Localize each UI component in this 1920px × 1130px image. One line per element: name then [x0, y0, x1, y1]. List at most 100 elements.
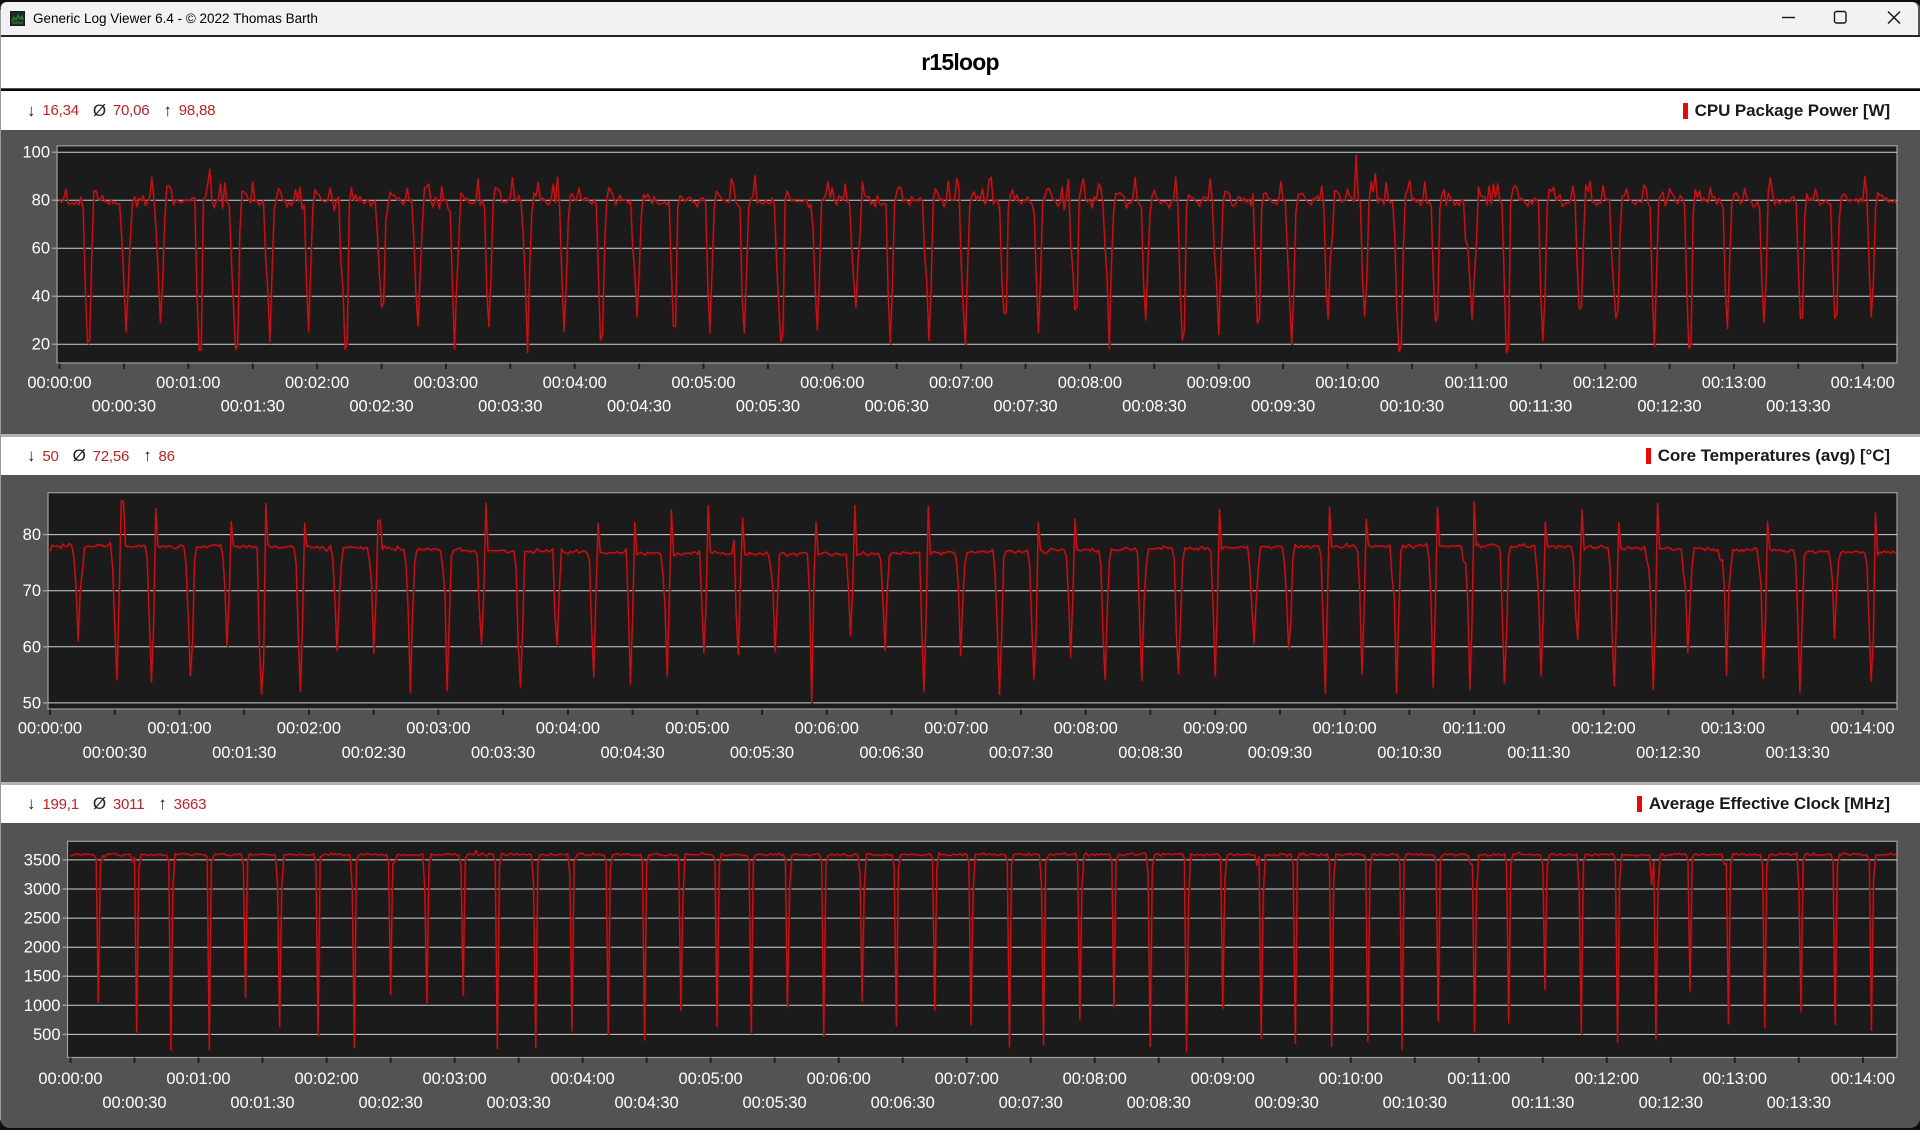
svg-text:3000: 3000	[24, 881, 61, 899]
svg-text:00:02:30: 00:02:30	[342, 744, 406, 762]
svg-text:00:00:00: 00:00:00	[27, 374, 91, 392]
svg-text:00:14:00: 00:14:00	[1831, 374, 1895, 392]
svg-text:00:13:30: 00:13:30	[1767, 1094, 1831, 1112]
svg-text:00:07:00: 00:07:00	[935, 1070, 999, 1088]
svg-text:00:08:30: 00:08:30	[1118, 744, 1182, 762]
svg-text:00:00:30: 00:00:30	[102, 1094, 166, 1112]
svg-text:00:11:30: 00:11:30	[1509, 398, 1572, 416]
svg-text:00:00:30: 00:00:30	[92, 398, 156, 416]
svg-text:70: 70	[23, 582, 41, 600]
svg-text:00:05:30: 00:05:30	[730, 744, 794, 762]
svg-text:20: 20	[32, 336, 50, 354]
svg-text:00:12:30: 00:12:30	[1637, 398, 1701, 416]
svg-text:00:00:00: 00:00:00	[18, 720, 82, 738]
svg-text:00:07:30: 00:07:30	[993, 398, 1057, 416]
svg-text:00:06:00: 00:06:00	[807, 1070, 871, 1088]
svg-text:00:03:30: 00:03:30	[478, 398, 542, 416]
svg-text:00:10:00: 00:10:00	[1319, 1070, 1383, 1088]
svg-text:3500: 3500	[24, 851, 61, 869]
svg-text:00:07:30: 00:07:30	[999, 1094, 1063, 1112]
svg-text:00:02:00: 00:02:00	[285, 374, 349, 392]
svg-text:00:11:30: 00:11:30	[1507, 744, 1570, 762]
svg-text:50: 50	[23, 694, 41, 712]
svg-text:00:03:00: 00:03:00	[406, 720, 470, 738]
svg-text:00:12:00: 00:12:00	[1571, 720, 1635, 738]
svg-text:60: 60	[23, 638, 41, 656]
svg-text:00:06:00: 00:06:00	[800, 374, 864, 392]
svg-text:1500: 1500	[24, 968, 61, 986]
svg-text:00:03:00: 00:03:00	[414, 374, 478, 392]
svg-text:00:14:00: 00:14:00	[1831, 1070, 1895, 1088]
svg-text:80: 80	[32, 192, 50, 210]
svg-text:60: 60	[32, 240, 50, 258]
svg-text:00:10:00: 00:10:00	[1312, 720, 1376, 738]
svg-text:00:01:00: 00:01:00	[156, 374, 220, 392]
svg-text:00:06:30: 00:06:30	[865, 398, 929, 416]
svg-text:00:13:00: 00:13:00	[1702, 374, 1766, 392]
svg-text:00:11:30: 00:11:30	[1511, 1094, 1574, 1112]
svg-text:500: 500	[33, 1026, 61, 1044]
svg-text:00:02:30: 00:02:30	[358, 1094, 422, 1112]
svg-text:00:08:00: 00:08:00	[1058, 374, 1122, 392]
svg-text:00:01:00: 00:01:00	[166, 1070, 230, 1088]
svg-text:00:12:30: 00:12:30	[1639, 1094, 1703, 1112]
svg-text:00:07:00: 00:07:00	[924, 720, 988, 738]
svg-text:00:03:30: 00:03:30	[486, 1094, 550, 1112]
svg-text:00:13:00: 00:13:00	[1701, 720, 1765, 738]
svg-text:00:13:30: 00:13:30	[1766, 744, 1830, 762]
svg-text:00:01:00: 00:01:00	[147, 720, 211, 738]
svg-text:00:00:00: 00:00:00	[38, 1070, 102, 1088]
svg-text:00:11:00: 00:11:00	[1447, 1070, 1510, 1088]
svg-text:00:02:00: 00:02:00	[277, 720, 341, 738]
svg-text:00:09:00: 00:09:00	[1191, 1070, 1255, 1088]
svg-text:00:00:30: 00:00:30	[83, 744, 147, 762]
svg-text:1000: 1000	[24, 997, 61, 1015]
svg-text:00:13:00: 00:13:00	[1703, 1070, 1767, 1088]
svg-text:00:08:00: 00:08:00	[1063, 1070, 1127, 1088]
svg-text:00:04:30: 00:04:30	[607, 398, 671, 416]
svg-text:00:03:30: 00:03:30	[471, 744, 535, 762]
svg-text:00:09:30: 00:09:30	[1248, 744, 1312, 762]
svg-text:2500: 2500	[24, 910, 61, 928]
svg-text:2000: 2000	[24, 939, 61, 957]
svg-text:00:01:30: 00:01:30	[221, 398, 285, 416]
svg-text:00:13:30: 00:13:30	[1766, 398, 1830, 416]
svg-text:00:01:30: 00:01:30	[212, 744, 276, 762]
svg-text:00:06:30: 00:06:30	[859, 744, 923, 762]
svg-text:00:06:30: 00:06:30	[871, 1094, 935, 1112]
svg-text:00:01:30: 00:01:30	[230, 1094, 294, 1112]
svg-text:00:12:00: 00:12:00	[1573, 374, 1637, 392]
svg-text:00:09:30: 00:09:30	[1251, 398, 1315, 416]
svg-text:00:09:00: 00:09:00	[1183, 720, 1247, 738]
svg-text:00:05:30: 00:05:30	[742, 1094, 806, 1112]
svg-text:00:03:00: 00:03:00	[422, 1070, 486, 1088]
svg-text:00:06:00: 00:06:00	[795, 720, 859, 738]
svg-text:00:12:30: 00:12:30	[1636, 744, 1700, 762]
svg-text:00:05:00: 00:05:00	[671, 374, 735, 392]
svg-text:00:09:30: 00:09:30	[1255, 1094, 1319, 1112]
svg-text:00:02:30: 00:02:30	[349, 398, 413, 416]
svg-text:00:08:00: 00:08:00	[1054, 720, 1118, 738]
svg-text:100: 100	[22, 144, 50, 162]
svg-text:00:10:30: 00:10:30	[1380, 398, 1444, 416]
svg-text:00:05:00: 00:05:00	[678, 1070, 742, 1088]
svg-text:00:11:00: 00:11:00	[1443, 720, 1506, 738]
svg-text:00:02:00: 00:02:00	[294, 1070, 358, 1088]
svg-text:80: 80	[23, 526, 41, 544]
svg-text:00:05:00: 00:05:00	[665, 720, 729, 738]
svg-text:00:08:30: 00:08:30	[1127, 1094, 1191, 1112]
svg-text:00:09:00: 00:09:00	[1187, 374, 1251, 392]
svg-text:00:04:00: 00:04:00	[536, 720, 600, 738]
svg-text:00:04:30: 00:04:30	[614, 1094, 678, 1112]
svg-text:00:10:30: 00:10:30	[1383, 1094, 1447, 1112]
svg-text:00:12:00: 00:12:00	[1575, 1070, 1639, 1088]
svg-text:00:11:00: 00:11:00	[1445, 374, 1508, 392]
svg-text:00:04:00: 00:04:00	[543, 374, 607, 392]
svg-text:00:14:00: 00:14:00	[1830, 720, 1894, 738]
svg-text:00:08:30: 00:08:30	[1122, 398, 1186, 416]
svg-text:00:04:00: 00:04:00	[550, 1070, 614, 1088]
svg-text:00:07:30: 00:07:30	[989, 744, 1053, 762]
svg-text:00:07:00: 00:07:00	[929, 374, 993, 392]
svg-text:40: 40	[32, 288, 50, 306]
svg-text:00:05:30: 00:05:30	[736, 398, 800, 416]
